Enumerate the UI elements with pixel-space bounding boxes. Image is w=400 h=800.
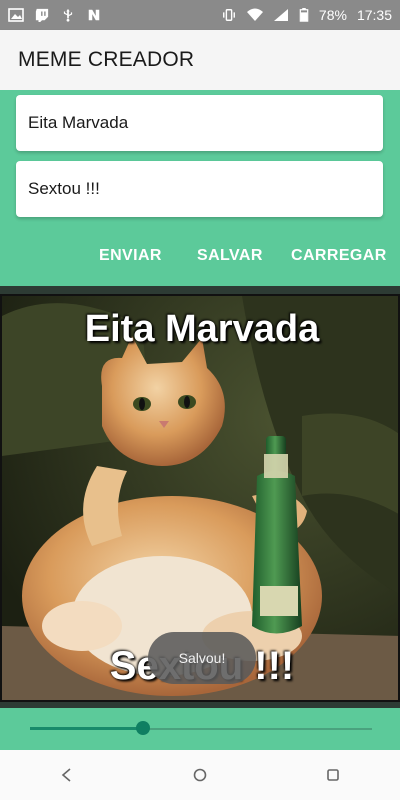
battery-icon: [299, 8, 309, 22]
slider-fill: [30, 727, 143, 730]
bottom-text-input[interactable]: Sextou !!!: [16, 161, 383, 217]
meme-top-caption: Eita Marvada: [84, 308, 320, 350]
app-title: MEME CREADOR: [18, 48, 195, 71]
recents-icon[interactable]: [317, 759, 349, 791]
meme-preview: Eita Marvada Sextou !!! Salvou!: [0, 294, 400, 702]
n-app-icon: [86, 8, 102, 22]
slider-thumb[interactable]: [135, 721, 150, 735]
save-button[interactable]: SALVAR: [197, 238, 263, 274]
signal-icon: [273, 8, 289, 22]
saved-toast: Salvou!: [148, 632, 256, 684]
send-button[interactable]: ENVIAR: [99, 238, 162, 274]
vibrate-icon: [221, 8, 237, 22]
app-bar: MEME CREADOR: [0, 30, 400, 90]
clock: 17:35: [356, 7, 392, 23]
meme-controls: Eita Marvada Sextou !!! ENVIAR SALVAR CA…: [0, 90, 400, 286]
battery-percent: 78%: [318, 7, 347, 23]
top-text-input[interactable]: Eita Marvada: [16, 95, 383, 151]
notification-icons: [8, 8, 102, 22]
action-buttons: ENVIAR SALVAR CARREGAR: [0, 238, 400, 274]
image-icon: [8, 8, 24, 22]
back-icon[interactable]: [51, 759, 83, 791]
size-slider-area: [0, 708, 400, 750]
wifi-icon: [246, 8, 263, 22]
divider: [0, 286, 400, 294]
system-status: 78% 17:35: [221, 7, 392, 23]
load-button[interactable]: CARREGAR: [291, 238, 387, 274]
home-icon[interactable]: [184, 759, 216, 791]
twitch-icon: [34, 8, 50, 22]
usb-icon: [60, 8, 76, 22]
status-bar: 78% 17:35: [0, 0, 400, 30]
navigation-bar: [0, 750, 400, 800]
